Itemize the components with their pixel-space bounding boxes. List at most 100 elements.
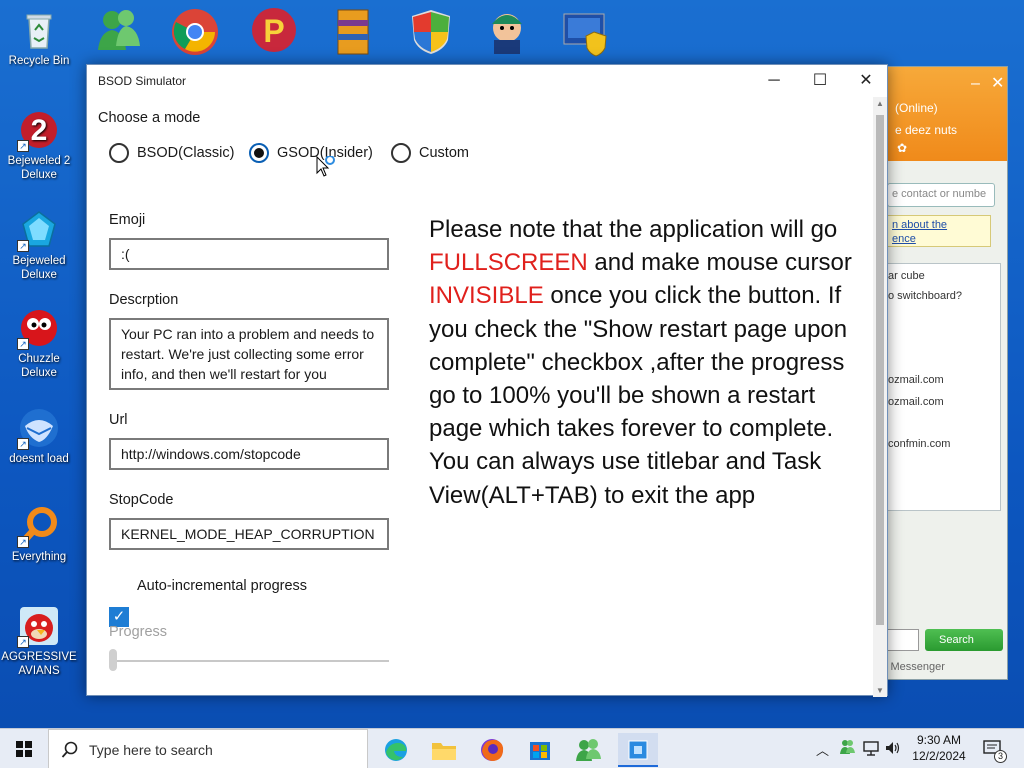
messenger-contact-list[interactable]: ar cube o switchboard? ozmail.com ozmail… (885, 263, 1001, 511)
mouse-cursor-icon (316, 155, 335, 177)
close-button[interactable]: ✕ (843, 65, 889, 97)
everything-search-icon: ↗ (17, 504, 61, 548)
taskbar-clock[interactable]: 9:30 AM 12/2/2024 (904, 732, 974, 764)
chevron-up-icon[interactable]: ︿ (816, 740, 829, 768)
desktop-icon-bejeweled-2[interactable]: 2 ↗ Bejeweled 2 Deluxe (0, 108, 78, 182)
shortcut-arrow-icon: ↗ (17, 240, 29, 252)
messenger-search-button[interactable]: Search (925, 629, 1003, 651)
messenger-emoticon-icon: ✿ (897, 141, 908, 155)
note-text: and make mouse cursor (594, 249, 852, 277)
taskbar-search[interactable]: Type here to search (48, 729, 368, 768)
windows-logo-icon (16, 741, 32, 757)
note-text: once you click the button. If you check … (429, 282, 848, 509)
titlebar[interactable]: BSOD Simulator ─ ☐ ✕ (87, 65, 887, 97)
messenger-tray-icon[interactable] (838, 738, 856, 768)
desktop-icon-label: Bejeweled Deluxe (12, 255, 66, 281)
winrar-icon[interactable] (326, 6, 380, 58)
thunderbird-icon: ↗ (17, 406, 61, 450)
radio-circle[interactable] (391, 143, 411, 163)
progress-slider-thumb[interactable] (109, 649, 117, 671)
bejeweled-2-icon: 2 ↗ (17, 108, 61, 152)
shortcut-arrow-icon: ↗ (17, 536, 29, 548)
minimize-icon[interactable]: – (971, 75, 980, 93)
chuzzle-icon: ↗ (17, 306, 61, 350)
messenger-notice-line: ence (892, 233, 916, 245)
description-textarea[interactable]: Your PC ran into a problem and needs to … (109, 318, 389, 390)
close-icon[interactable]: ✕ (991, 73, 1004, 93)
store-icon[interactable] (520, 733, 560, 767)
messenger-notice-line: n about the (892, 219, 948, 231)
shortcut-arrow-icon: ↗ (17, 140, 29, 152)
auto-progress-label[interactable]: Auto-incremental progress (137, 578, 307, 594)
radio-label[interactable]: Custom (419, 145, 469, 161)
shortcut-arrow-icon: ↗ (17, 636, 29, 648)
maximize-button[interactable]: ☐ (797, 65, 843, 97)
progress-slider-track[interactable] (113, 660, 389, 662)
desktop-icon-doesnt-load[interactable]: ↗ doesnt load (0, 406, 78, 466)
bsod-simulator-icon[interactable] (618, 733, 658, 767)
desktop-icon-aggressive-avians[interactable]: ↗ AGGRESSIVE AVIANS (0, 604, 78, 678)
window-title: BSOD Simulator (98, 74, 187, 88)
list-item[interactable]: o switchboard? (888, 290, 962, 302)
list-item[interactable]: ozmail.com (888, 374, 944, 386)
taskbar: Type here to search ︿ 9:30 AM 12/2/2024 … (0, 728, 1024, 768)
scroll-down-icon[interactable]: ▼ (873, 686, 887, 695)
note-invisible: INVISIBLE (429, 282, 544, 310)
game-character-icon[interactable] (480, 6, 534, 58)
list-item[interactable]: ar cube (888, 270, 925, 282)
list-item[interactable]: ozmail.com (888, 396, 944, 408)
radio-circle[interactable] (109, 143, 129, 163)
pinball-icon[interactable]: P (246, 6, 300, 58)
firefox-icon[interactable] (472, 733, 512, 767)
list-item[interactable]: confmin.com (888, 438, 950, 450)
windows-security-icon[interactable] (404, 6, 458, 58)
vertical-scrollbar[interactable]: ▲ ▼ (873, 97, 887, 697)
stopcode-label: StopCode (109, 492, 174, 508)
radio-label[interactable]: BSOD(Classic) (137, 145, 234, 161)
desktop-icon-chuzzle[interactable]: ↗ Chuzzle Deluxe (0, 306, 78, 380)
edge-icon[interactable] (376, 733, 416, 767)
msn-messenger-icon[interactable] (92, 6, 146, 58)
messenger-notice[interactable]: n about the ence (887, 215, 991, 247)
desktop-icon-recycle-bin[interactable]: Recycle Bin (0, 8, 78, 68)
description-label: Descrption (109, 292, 179, 308)
choose-mode-label: Choose a mode (98, 110, 201, 126)
radio-circle-selected[interactable] (249, 143, 269, 163)
notification-badge: 3 (994, 750, 1007, 763)
file-explorer-icon[interactable] (424, 733, 464, 767)
bsod-simulator-window[interactable]: BSOD Simulator ─ ☐ ✕ Choose a mode BSOD(… (86, 64, 888, 697)
chrome-icon[interactable] (168, 6, 222, 58)
volume-icon[interactable] (884, 739, 902, 768)
svg-text:2: 2 (31, 114, 48, 147)
svg-text:P: P (263, 13, 284, 49)
messenger-status[interactable]: (Online) (895, 101, 938, 115)
clock-date: 12/2/2024 (912, 749, 966, 763)
messenger-footer: l Messenger (885, 661, 945, 673)
minimize-button[interactable]: ─ (751, 65, 797, 97)
shortcut-arrow-icon: ↗ (17, 338, 29, 350)
bejeweled-icon: ↗ (17, 208, 61, 252)
scrollbar-thumb[interactable] (876, 115, 884, 625)
emoji-label: Emoji (109, 212, 146, 228)
recycle-bin-icon (17, 8, 61, 52)
window-content: Choose a mode BSOD(Classic) GSOD(Insider… (87, 97, 873, 697)
note-text: Please note that the application will go (429, 216, 838, 243)
emoji-input[interactable]: :( (109, 238, 389, 270)
messenger-icon[interactable] (568, 733, 608, 767)
start-button[interactable] (0, 729, 48, 768)
messenger-web-search-input[interactable] (885, 629, 919, 651)
url-input[interactable]: http://windows.com/stopcode (109, 438, 389, 470)
network-icon[interactable] (862, 739, 880, 768)
stopcode-input[interactable]: KERNEL_MODE_HEAP_CORRUPTION (109, 518, 389, 550)
scroll-up-icon[interactable]: ▲ (873, 99, 887, 108)
messenger-personal-message[interactable]: e deez nuts (895, 123, 957, 137)
angry-bird-icon: ↗ (17, 604, 61, 648)
desktop-icon-label: Everything (11, 551, 67, 563)
control-panel-icon[interactable] (560, 6, 614, 58)
desktop-icon-bejeweled[interactable]: ↗ Bejeweled Deluxe (0, 208, 78, 282)
desktop-icon-everything[interactable]: ↗ Everything (0, 504, 78, 564)
desktop-icon-label: doesnt load (9, 453, 69, 465)
taskbar-search-placeholder[interactable]: Type here to search (89, 742, 213, 758)
messenger-contact-search[interactable]: e contact or numbe (887, 183, 995, 207)
progress-label: Progress (109, 624, 168, 640)
